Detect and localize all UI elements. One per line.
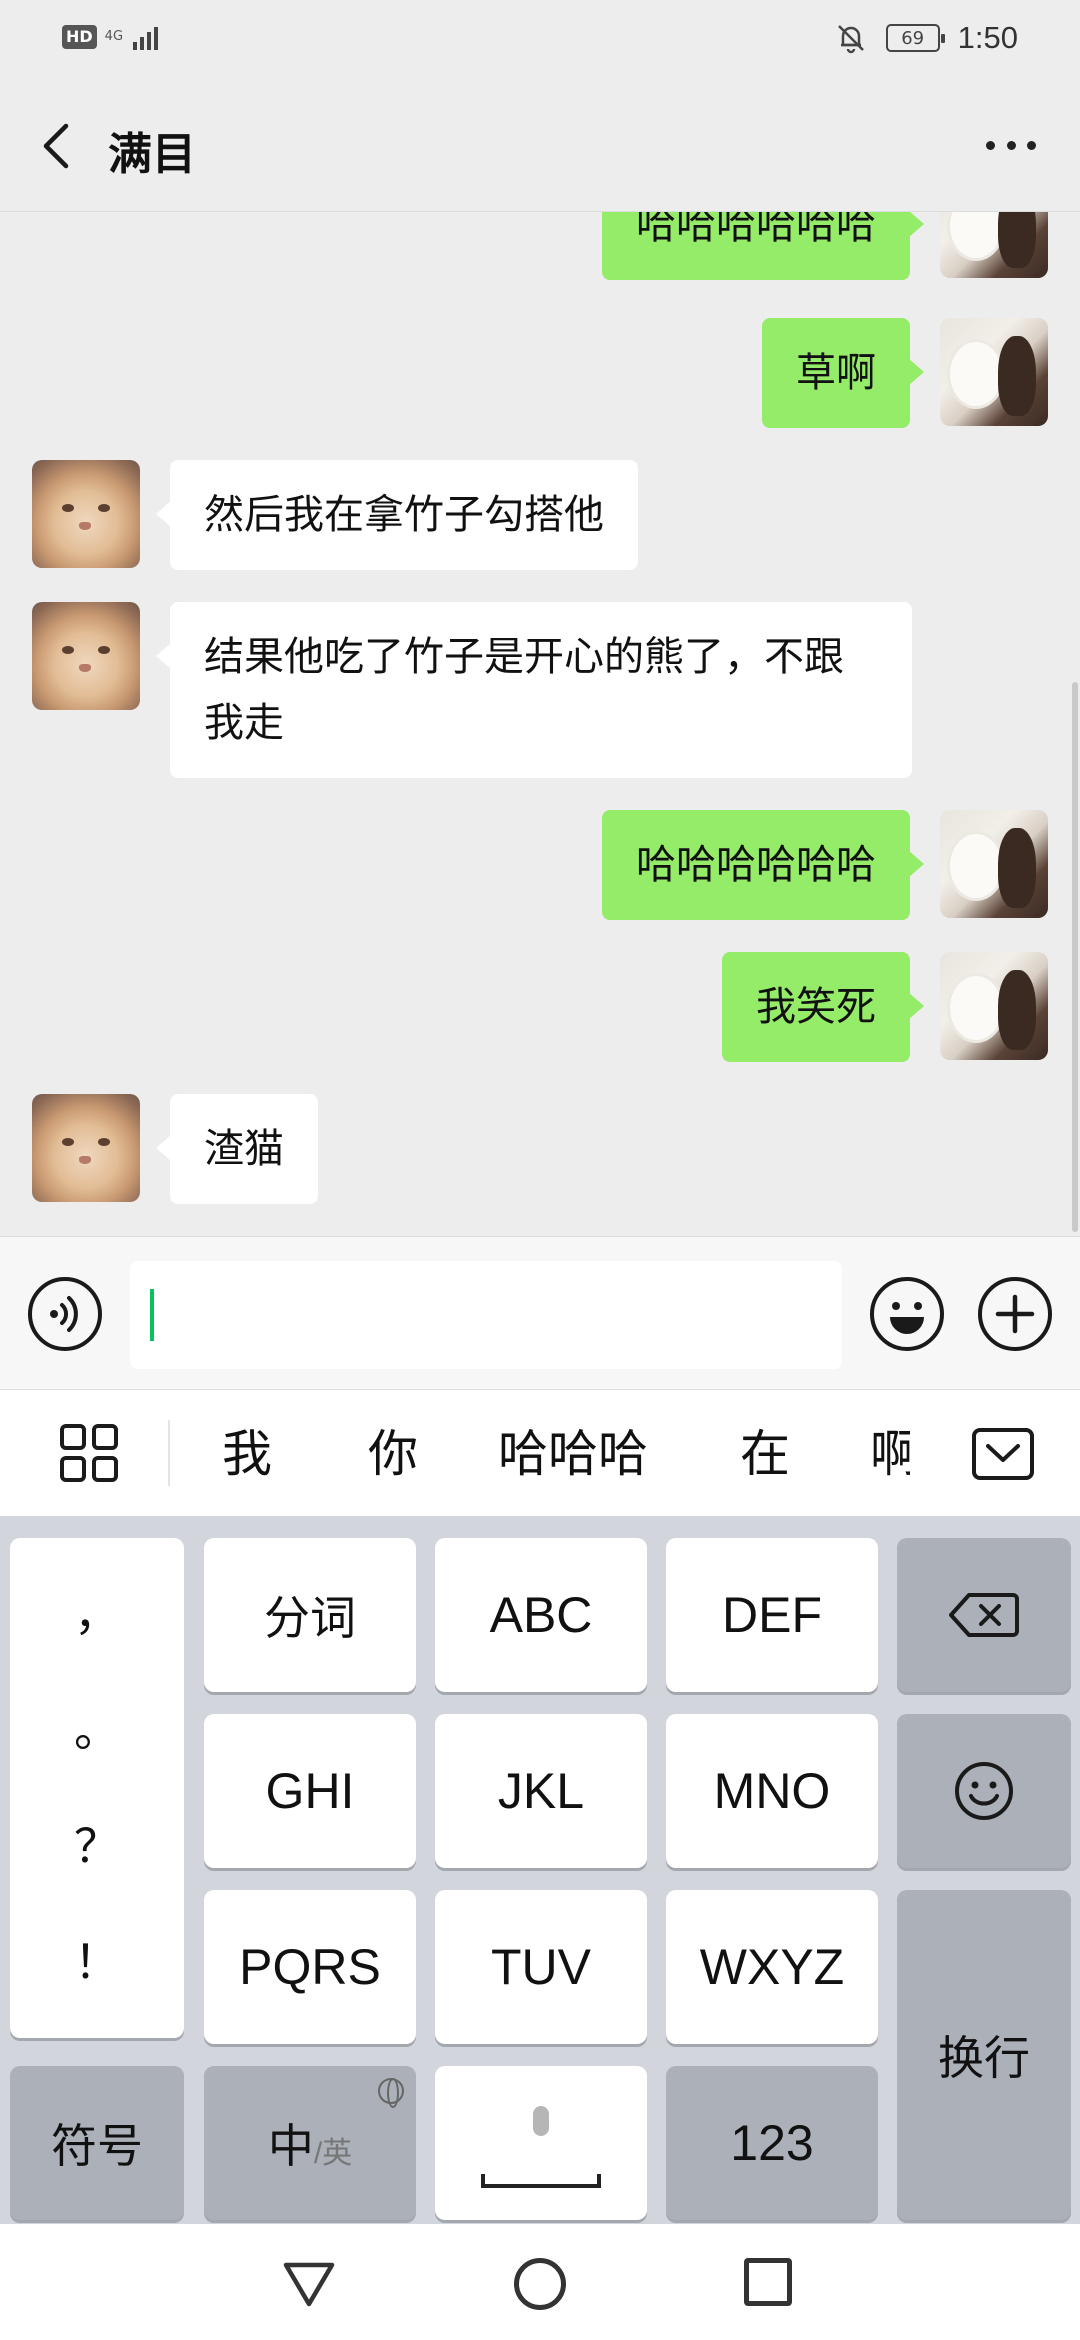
message-received: 结果他吃了竹子是开心的熊了，不跟我走 xyxy=(32,602,912,778)
key-fenci[interactable]: 分词 xyxy=(204,1538,416,1692)
candidate-word[interactable]: 哈哈哈 xyxy=(498,1422,648,1486)
key-def[interactable]: DEF xyxy=(666,1538,878,1692)
scrollbar[interactable] xyxy=(1072,682,1078,1232)
more-icon[interactable] xyxy=(976,120,1046,170)
hd-badge: HD xyxy=(62,25,97,49)
smiley-icon xyxy=(955,1762,1013,1820)
lang-en-label: /英 xyxy=(313,2137,353,2170)
punct-comma[interactable]: ， xyxy=(74,1584,120,1644)
status-left: HD 4G xyxy=(62,24,158,50)
keyboard-collapse-icon[interactable] xyxy=(972,1428,1034,1480)
battery-level: 69 xyxy=(901,27,925,49)
backspace-icon xyxy=(949,1593,1019,1637)
nav-home-icon[interactable] xyxy=(514,2258,566,2310)
ime-candidate-bar: 我 你 哈哈哈 在 啊 xyxy=(0,1390,1080,1516)
space-bar-icon xyxy=(481,2174,601,2188)
chat-message-list[interactable]: 哈哈哈哈哈哈 草啊 然后我在拿竹子勾搭他 结果他吃了竹子是开心的熊了，不跟我走 … xyxy=(0,212,1080,1236)
key-wxyz[interactable]: WXYZ xyxy=(666,1890,878,2044)
message-sent: 草啊 xyxy=(762,318,1048,428)
grid-icon[interactable] xyxy=(58,1422,122,1486)
mic-icon xyxy=(533,2106,549,2136)
candidate-word[interactable]: 在 xyxy=(740,1422,790,1486)
message-sent: 我笑死 xyxy=(722,952,1048,1062)
globe-icon xyxy=(378,2078,404,2108)
candidate-word[interactable]: 你 xyxy=(368,1422,418,1486)
my-avatar[interactable] xyxy=(940,212,1048,278)
message-bubble[interactable]: 然后我在拿竹子勾搭他 xyxy=(156,460,638,570)
key-label: 换行 xyxy=(938,2031,1030,2085)
message-sent: 哈哈哈哈哈哈 xyxy=(602,212,1048,280)
message-bubble[interactable]: 草啊 xyxy=(762,318,924,428)
key-mno[interactable]: MNO xyxy=(666,1714,878,1868)
contact-avatar[interactable] xyxy=(32,460,140,568)
key-abc[interactable]: ABC xyxy=(435,1538,647,1692)
key-pqrs[interactable]: PQRS xyxy=(204,1890,416,2044)
message-sent: 哈哈哈哈哈哈 xyxy=(602,810,1048,920)
my-avatar[interactable] xyxy=(940,318,1048,426)
message-bubble[interactable]: 我笑死 xyxy=(722,952,924,1062)
punctuation-column[interactable]: ， 。 ？ ！ xyxy=(10,1538,184,2038)
punct-exclaim[interactable]: ！ xyxy=(74,1932,120,1992)
signal-icon xyxy=(132,24,158,50)
message-bubble[interactable]: 渣猫 xyxy=(156,1094,318,1204)
numbers-key[interactable]: 123 xyxy=(666,2066,878,2220)
emoji-key[interactable] xyxy=(897,1714,1071,1868)
key-jkl[interactable]: JKL xyxy=(435,1714,647,1868)
input-bar xyxy=(0,1236,1080,1390)
delete-key[interactable] xyxy=(897,1538,1071,1692)
candidate-list: 我 你 哈哈哈 在 啊 xyxy=(170,1390,910,1516)
ime-keyboard: ， 。 ？ ！ 分词 ABC DEF GHI JKL MNO PQRS TUV … xyxy=(0,1516,1080,2224)
key-tuv[interactable]: TUV xyxy=(435,1890,647,2044)
key-label: 符号 xyxy=(51,2119,143,2173)
lang-zh-label: 中 xyxy=(267,2119,314,2173)
emoji-icon[interactable] xyxy=(870,1277,944,1351)
key-ghi[interactable]: GHI xyxy=(204,1714,416,1868)
chevron-left-icon[interactable] xyxy=(30,116,90,176)
message-bubble[interactable]: 结果他吃了竹子是开心的熊了，不跟我走 xyxy=(156,602,912,778)
message-received: 渣猫 xyxy=(32,1094,318,1204)
network-type: 4G xyxy=(104,29,124,44)
space-key[interactable] xyxy=(435,2066,647,2220)
candidate-word[interactable]: 啊 xyxy=(870,1422,910,1486)
chat-title: 满目 xyxy=(108,129,196,180)
clock: 1:50 xyxy=(957,20,1018,55)
my-avatar[interactable] xyxy=(940,952,1048,1060)
message-input[interactable] xyxy=(130,1261,842,1369)
enter-key[interactable]: 换行 xyxy=(897,1890,1071,2220)
battery-icon: 69 xyxy=(885,24,945,52)
punct-question[interactable]: ？ xyxy=(74,1816,120,1876)
my-avatar[interactable] xyxy=(940,810,1048,918)
contact-avatar[interactable] xyxy=(32,602,140,710)
status-bar: HD 4G 69 1:50 xyxy=(0,0,1080,80)
candidate-word[interactable]: 我 xyxy=(222,1422,272,1486)
bell-off-icon xyxy=(837,25,864,54)
punct-period[interactable]: 。 xyxy=(74,1700,120,1760)
system-nav-bar xyxy=(0,2224,1080,2340)
message-bubble[interactable]: 哈哈哈哈哈哈 xyxy=(602,212,924,280)
message-bubble[interactable]: 哈哈哈哈哈哈 xyxy=(602,810,924,920)
key-label: 分词 xyxy=(264,1591,356,1645)
voice-icon[interactable] xyxy=(28,1277,102,1351)
contact-avatar[interactable] xyxy=(32,1094,140,1202)
nav-recents-icon[interactable] xyxy=(744,2258,792,2306)
chat-header: 满目 xyxy=(0,80,1080,212)
plus-icon[interactable] xyxy=(978,1277,1052,1351)
status-right: 69 1:50 xyxy=(834,20,1018,56)
nav-back-icon[interactable] xyxy=(282,2260,336,2308)
text-cursor xyxy=(150,1289,154,1341)
language-switch-key[interactable]: 中/英 xyxy=(204,2066,416,2220)
message-received: 然后我在拿竹子勾搭他 xyxy=(32,460,638,570)
symbols-key[interactable]: 符号 xyxy=(10,2066,184,2220)
